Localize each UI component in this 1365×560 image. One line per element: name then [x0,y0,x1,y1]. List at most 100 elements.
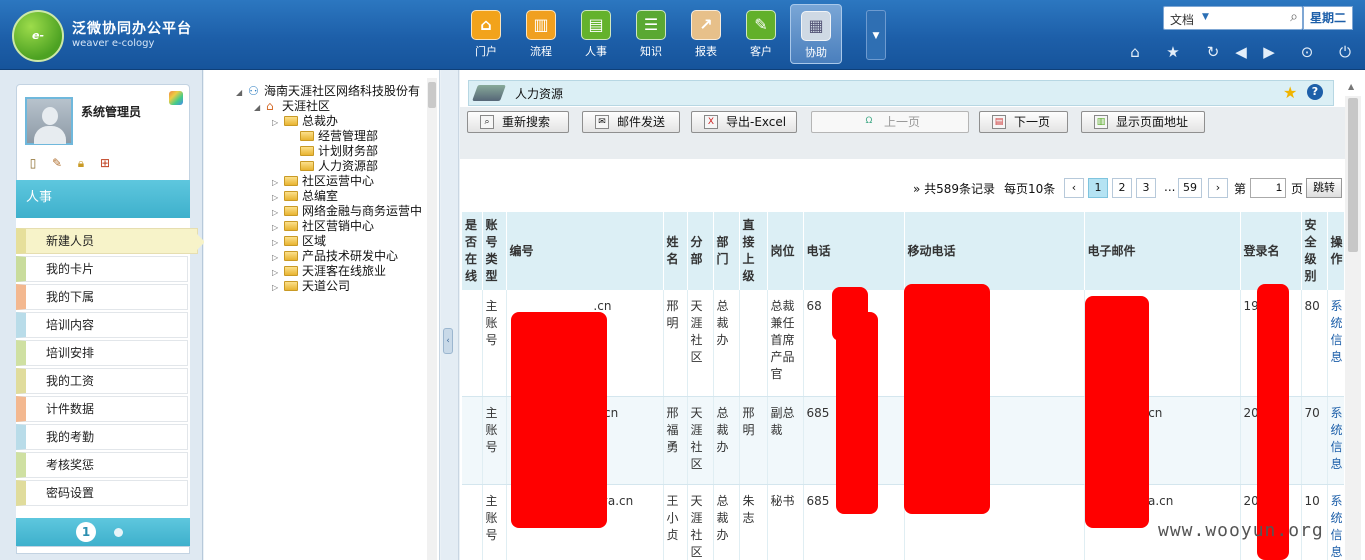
tree-node[interactable]: ▷ 社区营销中心 [272,219,374,234]
expand-icon[interactable]: ▷ [272,175,284,190]
menu-item-training-schedule[interactable]: 培训安排 [16,340,188,366]
edit-note-icon[interactable]: ✎ [49,155,65,171]
main-scrollbar-thumb[interactable] [1348,98,1358,252]
back-icon[interactable]: ◀ [1231,42,1251,62]
expand-icon[interactable]: ▷ [272,235,284,250]
book-icon[interactable]: ▯ [25,155,41,171]
avatar[interactable] [25,97,73,145]
nav-portal[interactable]: ⌂ 门户 [460,4,512,64]
menu-item-my-attendance[interactable]: 我的考勤 [16,424,188,450]
cell-action[interactable]: 系统信息 [1327,290,1344,397]
column-header[interactable]: 操作 [1327,212,1344,290]
tree-scrollbar[interactable] [427,78,437,560]
refresh-icon[interactable]: ↻ [1203,42,1223,62]
pager-page-1[interactable]: 1 [1088,178,1108,198]
collapse-icon[interactable]: ◢ [254,100,266,115]
pager-last-page[interactable]: 59 [1178,178,1202,198]
menu-item-my-salary[interactable]: 我的工资 [16,368,188,394]
search-input[interactable] [1216,10,1280,26]
tree-root[interactable]: ◢ ⚇ 海南天涯社区网络科技股份有 [236,84,420,99]
column-header[interactable]: 电话 [803,212,905,290]
pager-prev-button[interactable]: ‹ [1064,178,1084,198]
search-type-select[interactable]: 文档 [1170,11,1194,28]
org-chart-icon[interactable]: ⊞ [97,155,113,171]
show-page-url-button[interactable]: ▥ 显示页面地址 [1081,111,1205,133]
theme-palette-icon[interactable] [169,91,183,105]
tree-node[interactable]: ▷ 天道公司 [272,279,350,294]
expand-icon[interactable]: ▷ [272,190,284,205]
nav-assist[interactable]: ▦ 协助 [790,4,842,64]
nav-more-button[interactable]: ▼ [866,10,886,60]
goto-page-input[interactable] [1250,178,1286,198]
pager-page-3[interactable]: 3 [1136,178,1156,198]
jump-button[interactable]: 跳转 [1306,178,1342,198]
favorite-star-icon[interactable]: ★ [1283,83,1297,102]
menu-item-piecework-data[interactable]: 计件数据 [16,396,188,422]
nav-report[interactable]: ↗ 报表 [680,4,732,64]
settings-dropdown-icon[interactable]: ⊙ [1297,42,1317,62]
tree-node[interactable]: ▷ 天涯客在线旅业 [272,264,386,279]
collapse-icon[interactable]: ◢ [236,85,248,100]
sidebar-page-2[interactable] [114,528,123,537]
tree-node[interactable]: ▷ 总编室 [272,189,338,204]
previous-page-button[interactable]: Ω 上一页 [811,111,969,133]
menu-item-assessment[interactable]: 考核奖惩 [16,452,188,478]
app-logo[interactable]: e-cology [12,10,64,90]
home-icon[interactable]: ⌂ [1125,42,1145,62]
column-header[interactable]: 登录名 [1240,212,1302,290]
tree-company[interactable]: ◢ ⌂ 天涯社区 [254,99,330,114]
search-icon[interactable]: ⌕ [1290,9,1298,25]
column-header[interactable]: 账号类型 [482,212,507,290]
menu-item-training-content[interactable]: 培训内容 [16,312,188,338]
tree-node[interactable]: 人力资源部 [288,159,378,174]
expand-icon[interactable]: ▷ [272,115,284,130]
column-header[interactable]: 直接上级 [739,212,768,290]
tree-node[interactable]: 计划财务部 [288,144,378,159]
column-header[interactable]: 安全级别 [1301,212,1328,290]
column-header[interactable]: 移动电话 [904,212,1085,290]
panel-splitter[interactable]: ‹ [441,70,459,560]
column-header[interactable]: 岗位 [767,212,804,290]
collapse-panel-icon[interactable]: ‹ [443,328,453,354]
cell-action[interactable]: 系统信息 [1327,396,1344,485]
tree-node[interactable]: ▷ 总裁办 [272,114,338,129]
tree-node[interactable]: ▷ 产品技术研发中心 [272,249,398,264]
pager-next-button[interactable]: › [1208,178,1228,198]
expand-icon[interactable]: ▷ [272,250,284,265]
tree-node[interactable]: ▷ 网络金融与商务运营中 [272,204,422,219]
lock-icon[interactable]: 🔒︎ [73,155,89,171]
scroll-up-icon[interactable]: ▲ [1348,82,1354,91]
menu-item-my-card[interactable]: 我的卡片 [16,256,188,282]
menu-item-new-person[interactable]: 新建人员 [16,228,205,254]
expand-icon[interactable]: ▷ [272,280,284,295]
username[interactable]: 系统管理员 [81,103,141,120]
pager-page-2[interactable]: 2 [1112,178,1132,198]
main-scrollbar[interactable]: ▲ [1345,82,1361,560]
nav-hr[interactable]: ▤ 人事 [570,4,622,64]
sidebar-page-1[interactable]: 1 [76,522,96,542]
column-header[interactable]: 电子邮件 [1084,212,1241,290]
next-page-button[interactable]: ▤ 下一页 [979,111,1068,133]
column-header[interactable]: 部门 [713,212,740,290]
tree-node[interactable]: ▷ 区域 [272,234,326,249]
menu-item-my-subordinates[interactable]: 我的下属 [16,284,188,310]
tree-node[interactable]: ▷ 社区运营中心 [272,174,374,189]
power-icon[interactable]: ⏻ [1335,42,1355,62]
tree-node[interactable]: 经营管理部 [288,129,378,144]
expand-icon[interactable]: ▷ [272,205,284,220]
nav-customer[interactable]: ✎ 客户 [735,4,787,64]
send-email-button[interactable]: ✉ 邮件发送 [582,111,680,133]
chevron-down-icon[interactable]: ▼ [1202,12,1209,22]
nav-knowledge[interactable]: ☰ 知识 [625,4,677,64]
column-header[interactable]: 编号 [506,212,664,290]
expand-icon[interactable]: ▷ [272,220,284,235]
help-icon[interactable]: ? [1307,84,1323,100]
column-header[interactable]: 姓名 [663,212,688,290]
menu-item-password-settings[interactable]: 密码设置 [16,480,188,506]
star-icon[interactable]: ★ [1163,42,1183,62]
expand-icon[interactable]: ▷ [272,265,284,280]
forward-icon[interactable]: ▶ [1259,42,1279,62]
nav-workflow[interactable]: ▥ 流程 [515,4,567,64]
column-header[interactable]: 分部 [687,212,714,290]
cell-action[interactable]: 系统信息 [1327,484,1344,560]
